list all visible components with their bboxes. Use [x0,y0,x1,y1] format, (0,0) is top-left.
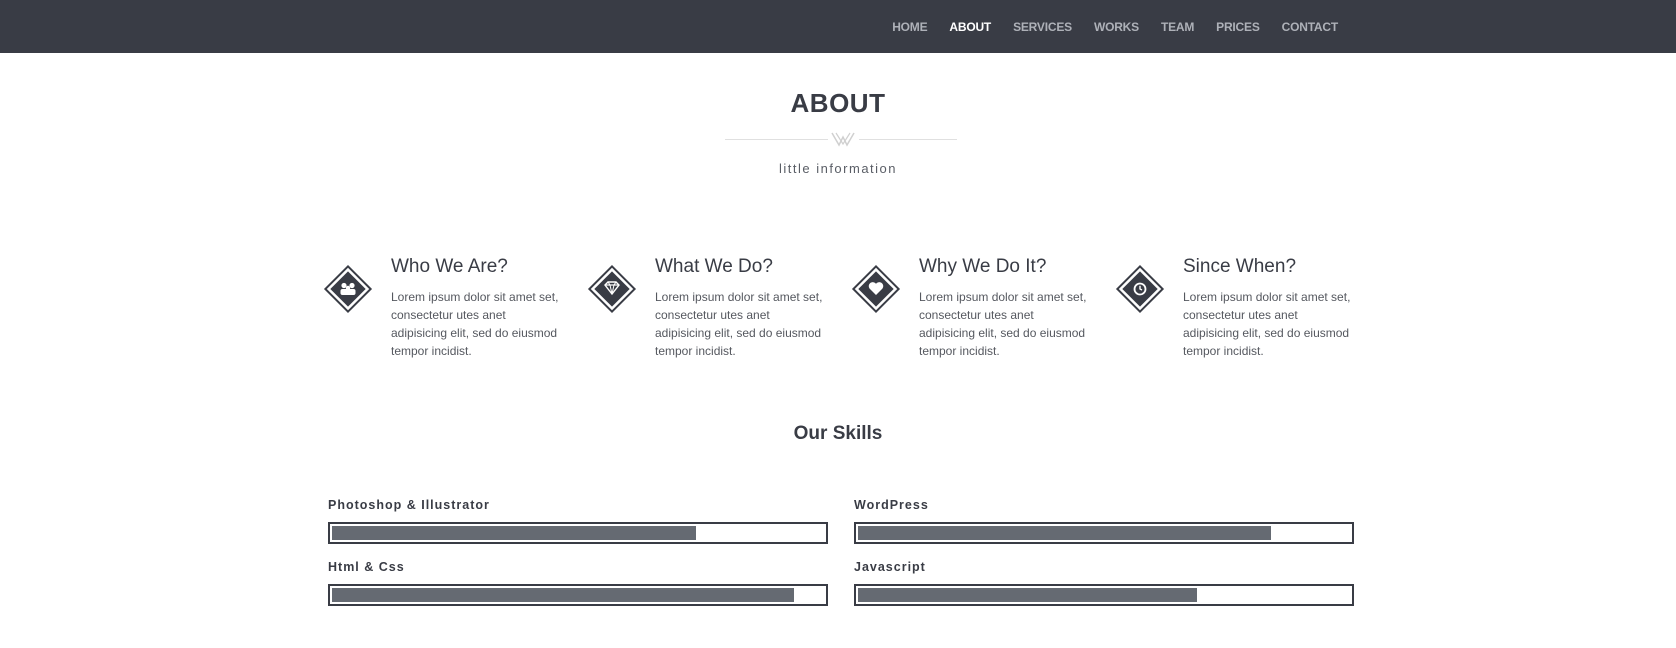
feature-title: Who We Are? [391,256,508,277]
skill-label: WordPress [854,498,929,512]
skill-progress-fill [332,588,794,602]
skill-label: Html & Css [328,560,405,574]
nav-prices-link[interactable]: PRICES [1216,20,1260,34]
skill-progress-fill [858,526,1271,540]
feature-text: Lorem ipsum dolor sit amet set, consecte… [391,290,559,358]
skill-progress-fill [858,588,1197,602]
feature-why-we-do-it: Why We Do It? Lorem ipsum dolor sit amet… [847,256,1097,366]
skill-javascript: Javascript [854,558,1354,606]
nav-home-link[interactable]: HOME [892,20,927,34]
skill-progress-bar [854,522,1354,544]
skills-title: Our Skills [793,423,883,444]
nav-services-link[interactable]: SERVICES [1013,20,1072,34]
skill-progress-bar [328,522,828,544]
skill-photoshop-illustrator: Photoshop & Illustrator [328,496,828,544]
nav-contact-link[interactable]: CONTACT [1282,20,1339,34]
feature-title: Why We Do It? [919,256,1047,277]
diamond-icon [583,260,641,318]
skill-progress-bar [328,584,828,606]
features-row: Who We Are? Lorem ipsum dolor sit amet s… [319,256,1359,366]
title-divider [725,131,957,147]
main-nav: HOME ABOUT SERVICES WORKS TEAM PRICES CO… [892,0,1338,53]
divider-chevron-icon [831,132,855,147]
top-navbar: HOME ABOUT SERVICES WORKS TEAM PRICES CO… [0,0,1676,53]
feature-text: Lorem ipsum dolor sit amet set, consecte… [919,290,1087,358]
nav-works-link[interactable]: WORKS [1094,20,1139,34]
about-subtitle: little information [778,161,898,176]
nav-about-link[interactable]: ABOUT [949,20,991,34]
feature-text: Lorem ipsum dolor sit amet set, consecte… [1183,290,1351,358]
divider-line-right [859,139,957,140]
users-icon [319,260,377,318]
skill-label: Javascript [854,560,926,574]
feature-what-we-do: What We Do? Lorem ipsum dolor sit amet s… [583,256,833,366]
divider-line-left [725,139,828,140]
feature-who-we-are: Who We Are? Lorem ipsum dolor sit amet s… [319,256,569,366]
nav-team-link[interactable]: TEAM [1161,20,1194,34]
about-title: ABOUT [790,88,886,118]
skill-label: Photoshop & Illustrator [328,498,490,512]
feature-text: Lorem ipsum dolor sit amet set, consecte… [655,290,823,358]
heart-icon [847,260,905,318]
skill-progress-bar [854,584,1354,606]
skill-html-css: Html & Css [328,558,828,606]
feature-title: What We Do? [655,256,773,277]
clock-icon [1111,260,1169,318]
skill-wordpress: WordPress [854,496,1354,544]
feature-since-when: Since When? Lorem ipsum dolor sit amet s… [1111,256,1361,366]
skill-progress-fill [332,526,696,540]
feature-title: Since When? [1183,256,1297,277]
